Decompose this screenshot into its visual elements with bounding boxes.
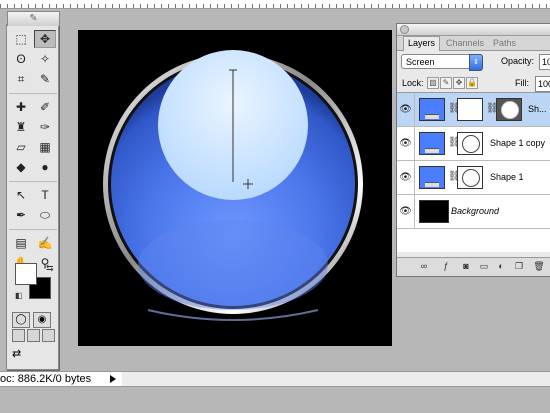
shape-tool-icon[interactable]: ⬭ [34,206,56,224]
lock-transparency-icon[interactable]: ▨ [427,77,439,89]
vector-mask-thumbnail[interactable] [457,166,483,189]
opacity-label: Opacity: [501,56,535,66]
brush-tool-icon[interactable]: ✐ [34,98,56,116]
layer-list: 👁 ⛓ ⛓ Sh... 👁 ⛓ Shape 1 copy 👁 ⛓ Shape 1… [397,92,550,252]
healing-brush-tool-icon[interactable]: ✚ [10,98,32,116]
standard-mode-button[interactable]: ◯ [12,312,30,328]
top-ruler [0,0,550,9]
eyedropper-tool-icon[interactable]: ✍ [34,234,56,252]
lock-row: Lock: ▨ ✎ ✥ 🔒 Fill: 100 [397,73,550,93]
layer-name[interactable]: Background [451,206,499,216]
clone-stamp-tool-icon[interactable]: ♜ [10,118,32,136]
fill-input[interactable]: 100 [535,76,550,92]
blend-row: Screen ⇕ Opacity: 100 [397,51,550,73]
tools-separator [9,89,57,94]
color-swatches: ⇆ ◧ [15,263,55,303]
eye-icon[interactable]: 👁 [397,161,415,194]
crop-tool-icon[interactable]: ⌗ [10,70,32,88]
status-menu-arrow-icon[interactable] [110,375,116,383]
tab-layers[interactable]: Layers [403,36,441,51]
opacity-input[interactable]: 100 [539,54,550,70]
lock-all-icon[interactable]: 🔒 [466,77,478,89]
gradient-tool-icon[interactable]: ▦ [34,138,56,156]
dodge-tool-icon[interactable]: ● [34,158,56,176]
layer-name[interactable]: Shape 1 copy [490,138,545,148]
tab-paths[interactable]: Paths [489,37,520,50]
lock-label: Lock: [402,78,424,88]
slice-tool-icon[interactable]: ✎ [34,70,56,88]
path-selection-tool-icon[interactable]: ↖ [10,186,32,204]
layer-mask-thumbnail[interactable] [496,98,522,121]
link-layers-icon[interactable]: ∞ [417,261,431,272]
layer-thumbnail [419,200,449,223]
swap-colors-icon[interactable]: ⇆ [46,263,54,274]
layer-name[interactable]: Shape 1 [490,172,524,182]
palette-tabs: Layers Channels Paths [397,36,550,51]
layer-thumbnail [419,132,445,155]
tools-grid: ⬚✥ʘ✧⌗✎✚✐♜✑▱▦◆●↖T✒⬭▤✍✋⚲ [9,29,57,273]
blend-mode-value: Screen [406,57,435,67]
fill-label: Fill: [515,78,529,88]
chevron-down-icon: ⇕ [469,54,483,71]
layer-row[interactable]: 👁 Background [397,195,550,229]
layer-row[interactable]: 👁 ⛓ Shape 1 [397,161,550,195]
vector-mask-thumbnail[interactable] [457,132,483,155]
quick-mask-controls: ◯ ◉ [12,309,54,328]
tools-separator [9,177,57,182]
screen-mode-controls [12,329,57,347]
tools-palette: ✎ ⬚✥ʘ✧⌗✎✚✐♜✑▱▦◆●↖T✒⬭▤✍✋⚲ ⇆ ◧ ◯◉ ⇄ [6,11,60,370]
status-bar: oc: 886.2K/0 bytes [0,371,122,387]
layer-name[interactable]: Sh... [528,104,550,114]
lock-position-icon[interactable]: ✥ [453,77,465,89]
layer-thumbnail [419,166,445,189]
default-colors-icon[interactable]: ◧ [15,291,23,300]
jump-to-imageready-icon[interactable]: ⇄ [12,347,21,360]
orb-artwork [103,50,363,321]
lock-image-icon[interactable]: ✎ [440,77,452,89]
layer-style-icon[interactable]: ƒ [439,261,453,272]
eye-icon[interactable]: 👁 [397,93,415,126]
add-mask-icon[interactable]: ◙ [459,261,473,272]
magic-wand-tool-icon[interactable]: ✧ [34,50,56,68]
standard-screen-mode-button[interactable] [12,329,25,342]
full-screen-mode-button[interactable] [42,329,55,342]
trash-icon[interactable]: 🗑 [532,261,546,272]
eraser-tool-icon[interactable]: ▱ [10,138,32,156]
blend-mode-select[interactable]: Screen ⇕ [401,54,483,71]
horizontal-scrollbar[interactable] [122,371,550,387]
close-icon[interactable] [400,25,409,34]
vector-mask-thumbnail[interactable] [457,98,483,121]
palette-titlebar[interactable] [397,24,550,36]
document-canvas[interactable] [78,30,392,346]
layer-row[interactable]: 👁 ⛓ ⛓ Sh... [397,93,550,127]
tools-separator [9,225,57,230]
palette-footer: ∞ ƒ ◙ ▭ ◐ ❐ 🗑 [397,257,550,276]
history-brush-tool-icon[interactable]: ✑ [34,118,56,136]
tab-channels[interactable]: Channels [442,37,488,50]
adjustment-layer-icon[interactable]: ◐ [494,261,508,272]
lasso-tool-icon[interactable]: ʘ [10,50,32,68]
doc-size-info: oc: 886.2K/0 bytes [0,373,92,385]
marquee-tool-icon[interactable]: ⬚ [10,30,32,48]
layers-palette: Layers Channels Paths Screen ⇕ Opacity: … [396,23,550,277]
full-screen-menu-mode-button[interactable] [27,329,40,342]
new-set-icon[interactable]: ▭ [477,261,491,272]
eye-icon[interactable]: 👁 [397,127,415,160]
feather-icon[interactable]: ✎ [7,11,60,26]
notes-tool-icon[interactable]: ▤ [10,234,32,252]
foreground-color-swatch[interactable] [15,263,37,285]
blur-tool-icon[interactable]: ◆ [10,158,32,176]
new-layer-icon[interactable]: ❐ [512,261,526,272]
type-tool-icon[interactable]: T [34,186,56,204]
move-tool-icon[interactable]: ✥ [34,30,56,48]
layer-row[interactable]: 👁 ⛓ Shape 1 copy [397,127,550,161]
quick-mask-button[interactable]: ◉ [33,312,51,328]
eye-icon[interactable]: 👁 [397,195,415,228]
pen-tool-icon[interactable]: ✒ [10,206,32,224]
layer-thumbnail [419,98,445,121]
